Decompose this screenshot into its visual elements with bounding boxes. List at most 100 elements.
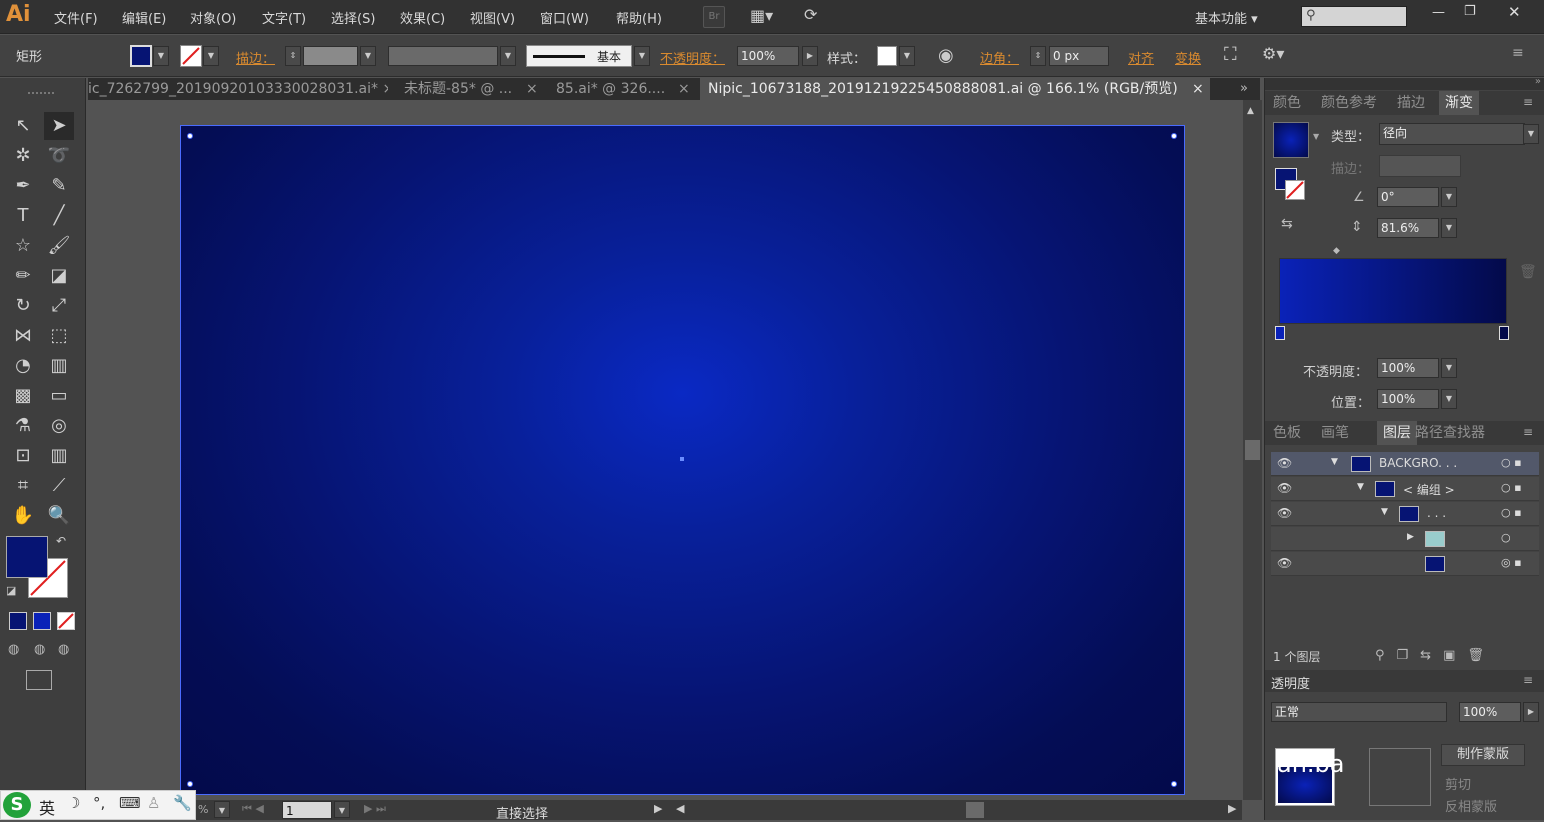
draw-normal-icon[interactable]: ◍ [8, 642, 19, 657]
rotate-tool-icon[interactable]: ↻ [8, 292, 38, 320]
vertical-scrollbar[interactable]: ▲ [1243, 100, 1262, 800]
opacity-label[interactable]: 不透明度： [660, 48, 725, 67]
tab-swatches[interactable]: 色板 [1273, 421, 1301, 445]
aspect-ratio-dropdown[interactable]: ▼ [1441, 218, 1457, 238]
column-graph-tool-icon[interactable]: ▥ [44, 442, 74, 470]
gradient-mode-icon[interactable] [33, 612, 51, 630]
transparency-opacity-dropdown[interactable]: ▶ [1523, 702, 1539, 722]
artboard-radial-gradient-rectangle[interactable] [180, 125, 1185, 795]
tab-stroke[interactable]: 描边 [1397, 91, 1425, 115]
graphic-style-dropdown[interactable]: ▼ [899, 46, 915, 66]
restore-button[interactable]: ❐ [1464, 4, 1476, 19]
none-mode-icon[interactable] [57, 612, 75, 630]
gradient-stop-left[interactable] [1275, 326, 1285, 340]
sync-icon[interactable]: ⟳ [804, 5, 817, 24]
visibility-eye-icon[interactable]: 👁 [1277, 481, 1295, 495]
horizontal-scroll-thumb[interactable] [966, 802, 984, 818]
make-mask-button[interactable]: 制作蒙版 [1441, 744, 1525, 766]
fill-color-front[interactable] [6, 536, 48, 578]
tab-close-button[interactable]: × [678, 78, 692, 100]
swap-colors-icon[interactable]: ↶ [56, 534, 66, 548]
panel-menu-icon[interactable]: ≡ [1523, 95, 1533, 109]
target-icon[interactable]: ○ [1501, 531, 1511, 544]
anchor-point[interactable] [187, 781, 193, 787]
variable-width-profile[interactable] [388, 46, 498, 66]
mesh-tool-icon[interactable]: ▩ [8, 382, 38, 410]
transform-link[interactable]: 变换 [1175, 48, 1201, 67]
curvature-tool-icon[interactable]: ✎ [44, 172, 74, 200]
artboard-number-input[interactable]: 1 [282, 801, 332, 819]
type-select[interactable]: 径向 [1379, 123, 1525, 145]
menu-select[interactable]: 选择(S) [331, 8, 375, 27]
recolor-icon[interactable]: ◉ [938, 45, 954, 66]
artboard-tool-icon[interactable]: ⌗ [8, 472, 38, 500]
perspective-grid-tool-icon[interactable]: ▥ [44, 352, 74, 380]
options-menu-icon[interactable]: ⚙▾ [1262, 44, 1284, 63]
tab-color-guide[interactable]: 颜色参考 [1321, 91, 1377, 115]
target-icon[interactable]: ○ ▪ [1501, 456, 1522, 469]
panel-menu-icon[interactable]: ≡ [1523, 673, 1533, 687]
first-artboard-icon[interactable]: ⏮ ◀ [242, 802, 264, 816]
ime-lang-toggle[interactable]: 英 [39, 795, 55, 819]
default-colors-icon[interactable]: ◪ [6, 584, 16, 597]
stroke-dropdown[interactable]: ▼ [203, 46, 219, 66]
lasso-tool-icon[interactable]: ➰ [44, 142, 74, 170]
expand-triangle-icon[interactable]: ▼ [1381, 507, 1388, 517]
blend-mode-select[interactable]: 正常 [1271, 702, 1447, 722]
eyedropper-tool-icon[interactable]: ⚗ [8, 412, 38, 440]
ime-user-icon[interactable]: ♙ [147, 794, 160, 812]
tab-color[interactable]: 颜色 [1273, 91, 1301, 115]
ime-halfwidth-icon[interactable]: ☽ [67, 794, 80, 812]
delete-stop-icon[interactable]: 🗑 [1519, 264, 1537, 280]
scroll-right-icon[interactable]: ▶ [1228, 802, 1236, 815]
stroke-label[interactable]: 描边： [236, 48, 275, 67]
zoom-field[interactable]: % [198, 803, 208, 816]
tab-close-button[interactable]: × [526, 78, 540, 100]
stroke-gradient-buttons[interactable] [1379, 155, 1461, 177]
collapse-icon[interactable]: » [1535, 76, 1541, 87]
anchor-point[interactable] [187, 133, 193, 139]
location-dropdown[interactable]: ▼ [1441, 389, 1457, 409]
graphic-style-swatch[interactable] [877, 46, 897, 66]
target-icon[interactable]: ○ ▪ [1501, 506, 1522, 519]
ime-keyboard-icon[interactable]: ⌨ [119, 794, 141, 812]
layer-name[interactable]: < 编组 > [1403, 481, 1455, 498]
tab-gradient[interactable]: 渐变 [1439, 91, 1479, 115]
target-icon[interactable]: ○ ▪ [1501, 481, 1522, 494]
menu-window[interactable]: 窗口(W) [540, 8, 589, 27]
arrange-documents-icon[interactable]: ▦▾ [750, 6, 773, 25]
variable-width-dropdown[interactable]: ▼ [500, 46, 516, 66]
pencil-tool-icon[interactable]: ✏ [8, 262, 38, 290]
status-menu-icon[interactable]: ▶ [654, 802, 662, 815]
layer-row[interactable]: 👁 ▼ . . . ○ ▪ [1271, 502, 1539, 526]
expand-triangle-icon[interactable]: ▼ [1331, 457, 1338, 467]
opacity-dropdown[interactable]: ▶ [802, 46, 818, 66]
mask-thumbnail[interactable] [1369, 748, 1431, 806]
eraser-tool-icon[interactable]: ◪ [44, 262, 74, 290]
corner-label[interactable]: 边角： [980, 48, 1019, 67]
reverse-gradient-icon[interactable]: ⇆ [1281, 216, 1293, 232]
expand-triangle-icon[interactable]: ▶ [1407, 532, 1414, 542]
type-dropdown[interactable]: ▼ [1523, 124, 1539, 144]
angle-dropdown[interactable]: ▼ [1441, 187, 1457, 207]
tab-brushes[interactable]: 画笔 [1321, 421, 1349, 445]
selection-tool-icon[interactable]: ↖ [8, 112, 38, 140]
corner-stepper[interactable]: ⇕ [1030, 46, 1046, 66]
angle-input[interactable]: 0° [1377, 187, 1439, 207]
scroll-left-icon[interactable]: ◀ [676, 802, 684, 815]
layer-name[interactable]: BACKGRO. . . [1379, 456, 1457, 470]
gradient-slider[interactable] [1279, 258, 1507, 324]
isolate-icon[interactable]: ⛶ [1224, 44, 1237, 65]
visibility-eye-icon[interactable]: 👁 [1277, 506, 1295, 520]
layer-row[interactable]: 👁 ◎ ▪ [1271, 552, 1539, 576]
aspect-ratio-input[interactable]: 81.6% [1377, 218, 1439, 238]
star-tool-icon[interactable]: ☆ [8, 232, 38, 260]
tab-layers[interactable]: 图层 [1377, 421, 1417, 445]
menu-view[interactable]: 视图(V) [470, 8, 515, 27]
sogou-logo-icon[interactable]: S [3, 792, 31, 818]
opacity-input[interactable]: 100% [737, 46, 799, 66]
expand-triangle-icon[interactable]: ▼ [1357, 482, 1364, 492]
menu-help[interactable]: 帮助(H) [616, 8, 662, 27]
pen-tool-icon[interactable]: ✒ [8, 172, 38, 200]
gradient-stop-right[interactable] [1499, 326, 1509, 340]
